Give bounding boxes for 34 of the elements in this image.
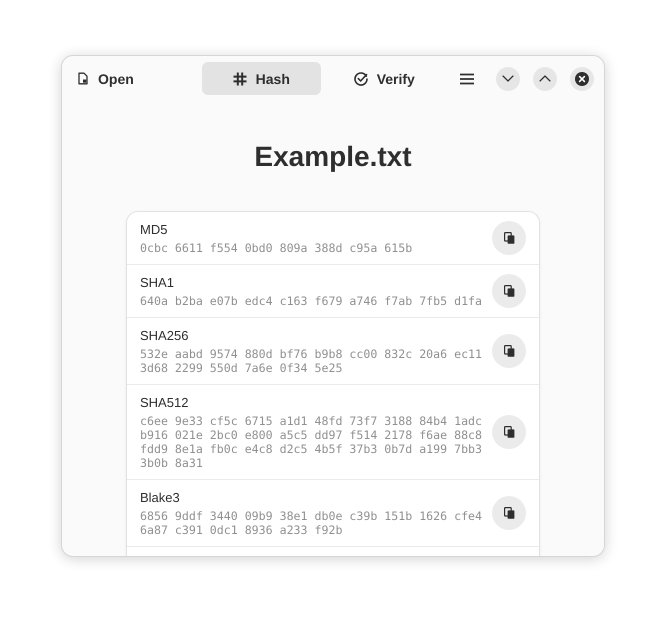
hash-name: SHA256	[140, 327, 190, 345]
hash-icon	[232, 72, 247, 86]
hash-value: 6856 9ddf 3440 09b9 38e1 db0e c39b 151b 1626 cfe4 6a87 c391 0dc1 8936 a233 f92b	[140, 509, 484, 537]
close-button[interactable]	[570, 66, 594, 90]
copy-icon	[504, 426, 514, 438]
minimize-button[interactable]	[496, 66, 520, 90]
check-circle-icon	[354, 72, 368, 86]
view-tab[interactable]: Hash	[202, 62, 321, 95]
copy-button[interactable]	[492, 415, 526, 449]
chevron-down-icon	[502, 75, 514, 82]
hash-value: 640a b2ba e07b edc4 c163 f679 a746 f7ab 7fb5 d1fa	[140, 294, 484, 308]
copy-icon	[504, 285, 514, 297]
copy-button[interactable]	[492, 221, 526, 255]
hash-value: 0cbc 6611 f554 0bd0 809a 388d c95a 615b	[140, 241, 414, 255]
view-tab[interactable]: Verify	[324, 62, 444, 95]
hash-value: 532e aabd 9574 880d bf76 b9b8 cc00 832c 20a6 ec11 3d68 2299 550d 7a6e 0f34 5e25	[140, 347, 484, 375]
copy-icon	[504, 232, 514, 244]
menu-icon	[460, 72, 474, 84]
copy-icon	[504, 345, 514, 357]
hash-value: c6ee 9e33 cf5c 6715 a1d1 48fd 73f7 3188 84b4 1adc b916 021e 2bc0 e800 a5c5 dd97 f514 2178 f6ae 88c8 fdd9 8e1a fb0c e4c8 d2c5 4b5f 37b3 0b7d a199 7bb3 3b0b 8a31	[140, 414, 484, 470]
copy-button[interactable]	[492, 334, 526, 368]
copy-icon	[504, 507, 514, 519]
maximize-button[interactable]	[533, 66, 557, 90]
copy-button[interactable]	[492, 496, 526, 530]
hash-name: Blake3	[140, 489, 181, 507]
document-icon	[78, 72, 88, 85]
file-title: Example.txt	[254, 141, 412, 173]
hash-name: SHA512	[140, 394, 190, 412]
hash-name: SHA1	[140, 274, 175, 292]
chevron-up-icon	[539, 75, 551, 82]
copy-button[interactable]	[492, 274, 526, 308]
hash-name: MD5	[140, 221, 168, 239]
open-button[interactable]: Open	[68, 62, 144, 95]
close-icon	[575, 72, 589, 86]
